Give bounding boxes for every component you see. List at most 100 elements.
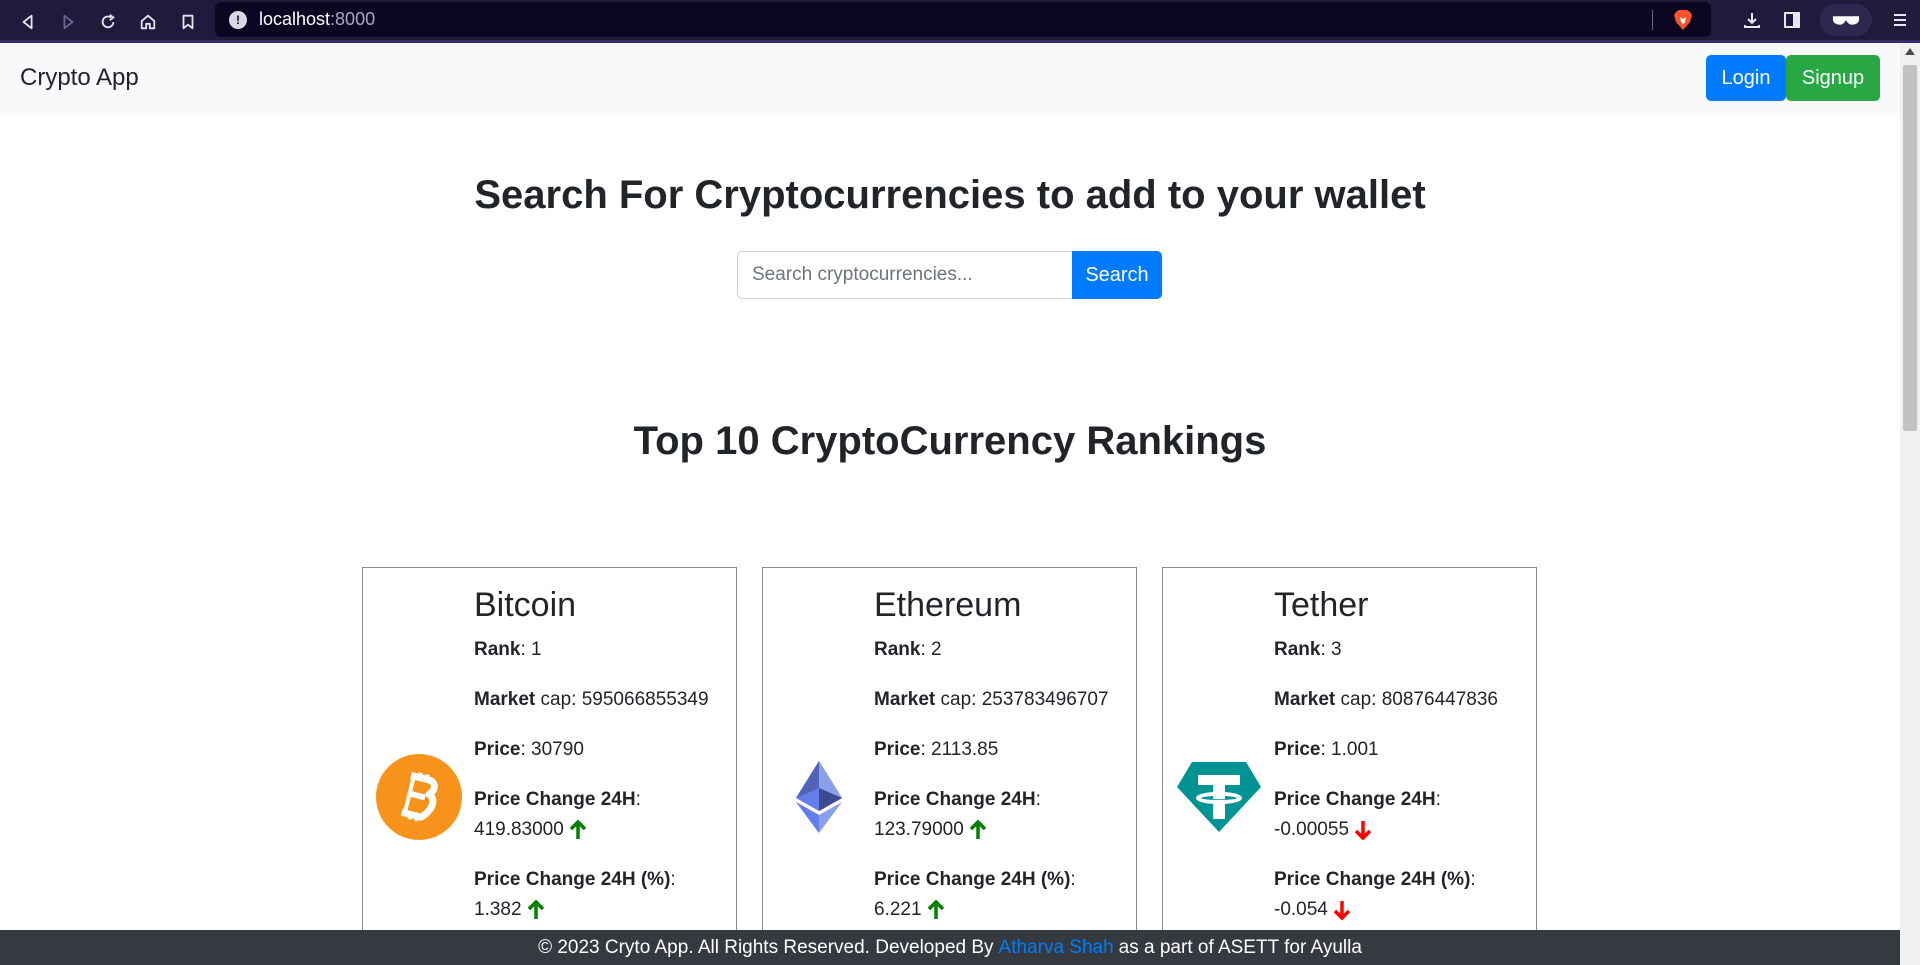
market-cap-value: 80876447836 — [1381, 689, 1498, 710]
rank-value: 1 — [531, 639, 542, 660]
app-navbar: Crypto App Login Signup — [0, 43, 1900, 113]
site-info-icon[interactable]: ! — [229, 10, 247, 29]
forward-icon[interactable] — [48, 2, 88, 42]
coin-name: Bitcoin — [474, 586, 577, 624]
crypto-card: Tether Rank: 3 Market cap: 80876447836 P… — [1162, 567, 1537, 930]
price-value: 30790 — [531, 739, 584, 760]
ethereum-logo-icon — [795, 761, 842, 833]
change-field: Price Change 24H: 419.83000 — [474, 789, 641, 840]
arrow-up-icon — [569, 819, 587, 839]
rank-label: Rank — [1274, 639, 1321, 660]
browser-tools — [1732, 0, 1920, 40]
cap-label: cap: — [535, 689, 582, 710]
browser-toolbar: ! localhost:8000 — [0, 0, 1920, 43]
rank-label: Rank — [474, 639, 521, 660]
download-icon[interactable] — [1732, 0, 1772, 40]
scroll-thumb[interactable] — [1903, 65, 1917, 431]
crypto-card: Bitcoin Rank: 1 Market cap: 595066855349… — [362, 567, 737, 930]
cap-label: cap: — [1335, 689, 1382, 710]
search-button[interactable]: Search — [1072, 251, 1162, 299]
change-pct-field: Price Change 24H (%): -0.054 — [1274, 869, 1476, 921]
card-logo-area — [763, 568, 874, 930]
arrow-down-icon — [1333, 900, 1351, 921]
change-pct-label: Price Change 24H (%) — [874, 869, 1071, 890]
page-footer: © 2023 Cryto App. All Rights Reserved. D… — [0, 930, 1900, 965]
rank-value: 3 — [1331, 639, 1342, 660]
reload-icon[interactable] — [88, 2, 128, 42]
search-form: Search — [737, 251, 1162, 299]
cap-label: cap: — [935, 689, 982, 710]
market-cap-field: Market cap: 253783496707 — [874, 685, 1136, 715]
private-profile-icon[interactable] — [1820, 4, 1872, 36]
crypto-card-list: Bitcoin Rank: 1 Market cap: 595066855349… — [362, 567, 1537, 930]
change-pct-label: Price Change 24H (%) — [1274, 869, 1471, 890]
price-label: Price — [474, 739, 521, 760]
bookmark-icon[interactable] — [168, 2, 208, 42]
login-button[interactable]: Login — [1706, 55, 1786, 101]
change-value: -0.00055 — [1274, 819, 1350, 840]
url-separator — [1652, 10, 1653, 30]
rankings-heading: Top 10 CryptoCurrency Rankings — [633, 419, 1267, 463]
market-cap-field: Market cap: 595066855349 — [474, 685, 736, 715]
change-pct-label: Price Change 24H (%) — [474, 869, 671, 890]
market-label: Market — [474, 689, 536, 710]
market-cap-value: 595066855349 — [581, 689, 709, 710]
price-value: 2113.85 — [931, 739, 999, 760]
card-body: Bitcoin Rank: 1 Market cap: 595066855349… — [474, 568, 736, 930]
menu-icon[interactable] — [1880, 0, 1920, 40]
coin-name: Tether — [1274, 586, 1369, 624]
change-field: Price Change 24H: -0.00055 — [1274, 789, 1441, 841]
scroll-up-icon[interactable] — [1905, 48, 1915, 55]
tether-logo-icon — [1176, 762, 1261, 832]
arrow-down-icon — [1354, 820, 1372, 841]
address-bar[interactable]: ! localhost:8000 — [215, 2, 1711, 37]
price-field: Price: 30790 — [474, 739, 584, 760]
rank-field: Rank: 2 — [874, 639, 942, 660]
market-cap-field: Market cap: 80876447836 — [1274, 685, 1536, 715]
change-pct-value: 1.382 — [474, 899, 522, 920]
coin-name: Ethereum — [874, 586, 1022, 624]
change-pct-field: Price Change 24H (%): 6.221 — [874, 869, 1076, 920]
change-label: Price Change 24H — [874, 789, 1036, 810]
page-scrollbar[interactable] — [1900, 43, 1920, 965]
sidebar-icon[interactable] — [1772, 0, 1812, 40]
change-pct-value: 6.221 — [874, 899, 922, 920]
change-label: Price Change 24H — [474, 789, 636, 810]
price-value: 1.001 — [1331, 739, 1379, 760]
rank-label: Rank — [874, 639, 921, 660]
market-cap-value: 253783496707 — [981, 689, 1109, 710]
footer-copyright: © 2023 Cryto App. All Rights Reserved. D… — [538, 936, 994, 958]
url-port: :8000 — [330, 9, 376, 29]
change-value: 123.79000 — [874, 819, 964, 840]
card-body: Tether Rank: 3 Market cap: 80876447836 P… — [1274, 568, 1536, 930]
bitcoin-logo-icon — [375, 754, 462, 840]
change-field: Price Change 24H: 123.79000 — [874, 789, 1041, 840]
card-logo-area — [363, 568, 474, 930]
price-label: Price — [1274, 739, 1321, 760]
rank-field: Rank: 1 — [474, 639, 542, 660]
back-icon[interactable] — [8, 2, 48, 42]
change-pct-field: Price Change 24H (%): 1.382 — [474, 869, 676, 920]
arrow-up-icon — [527, 899, 544, 919]
rank-value: 2 — [931, 639, 942, 660]
card-logo-area — [1163, 568, 1274, 930]
search-input[interactable] — [737, 251, 1072, 299]
price-field: Price: 1.001 — [1274, 739, 1379, 760]
rank-field: Rank: 3 — [1274, 639, 1342, 660]
footer-suffix: as a part of ASETT for Ayulla — [1118, 936, 1362, 958]
market-label: Market — [1274, 689, 1336, 710]
signup-button[interactable]: Signup — [1786, 55, 1880, 101]
market-label: Market — [874, 689, 936, 710]
main-content: Search For Cryptocurrencies to add to yo… — [0, 113, 1900, 930]
change-label: Price Change 24H — [1274, 789, 1436, 810]
brand-logo-text[interactable]: Crypto App — [20, 64, 139, 92]
card-body: Ethereum Rank: 2 Market cap: 25378349670… — [874, 568, 1136, 930]
change-pct-value: -0.054 — [1274, 899, 1328, 920]
nav-actions: Login Signup — [1706, 55, 1880, 101]
price-label: Price — [874, 739, 921, 760]
price-field: Price: 2113.85 — [874, 739, 999, 760]
footer-author-link[interactable]: Atharva Shah — [999, 937, 1114, 959]
brave-shield-icon[interactable] — [1673, 9, 1693, 31]
home-icon[interactable] — [128, 2, 168, 42]
search-heading: Search For Cryptocurrencies to add to yo… — [474, 173, 1426, 217]
